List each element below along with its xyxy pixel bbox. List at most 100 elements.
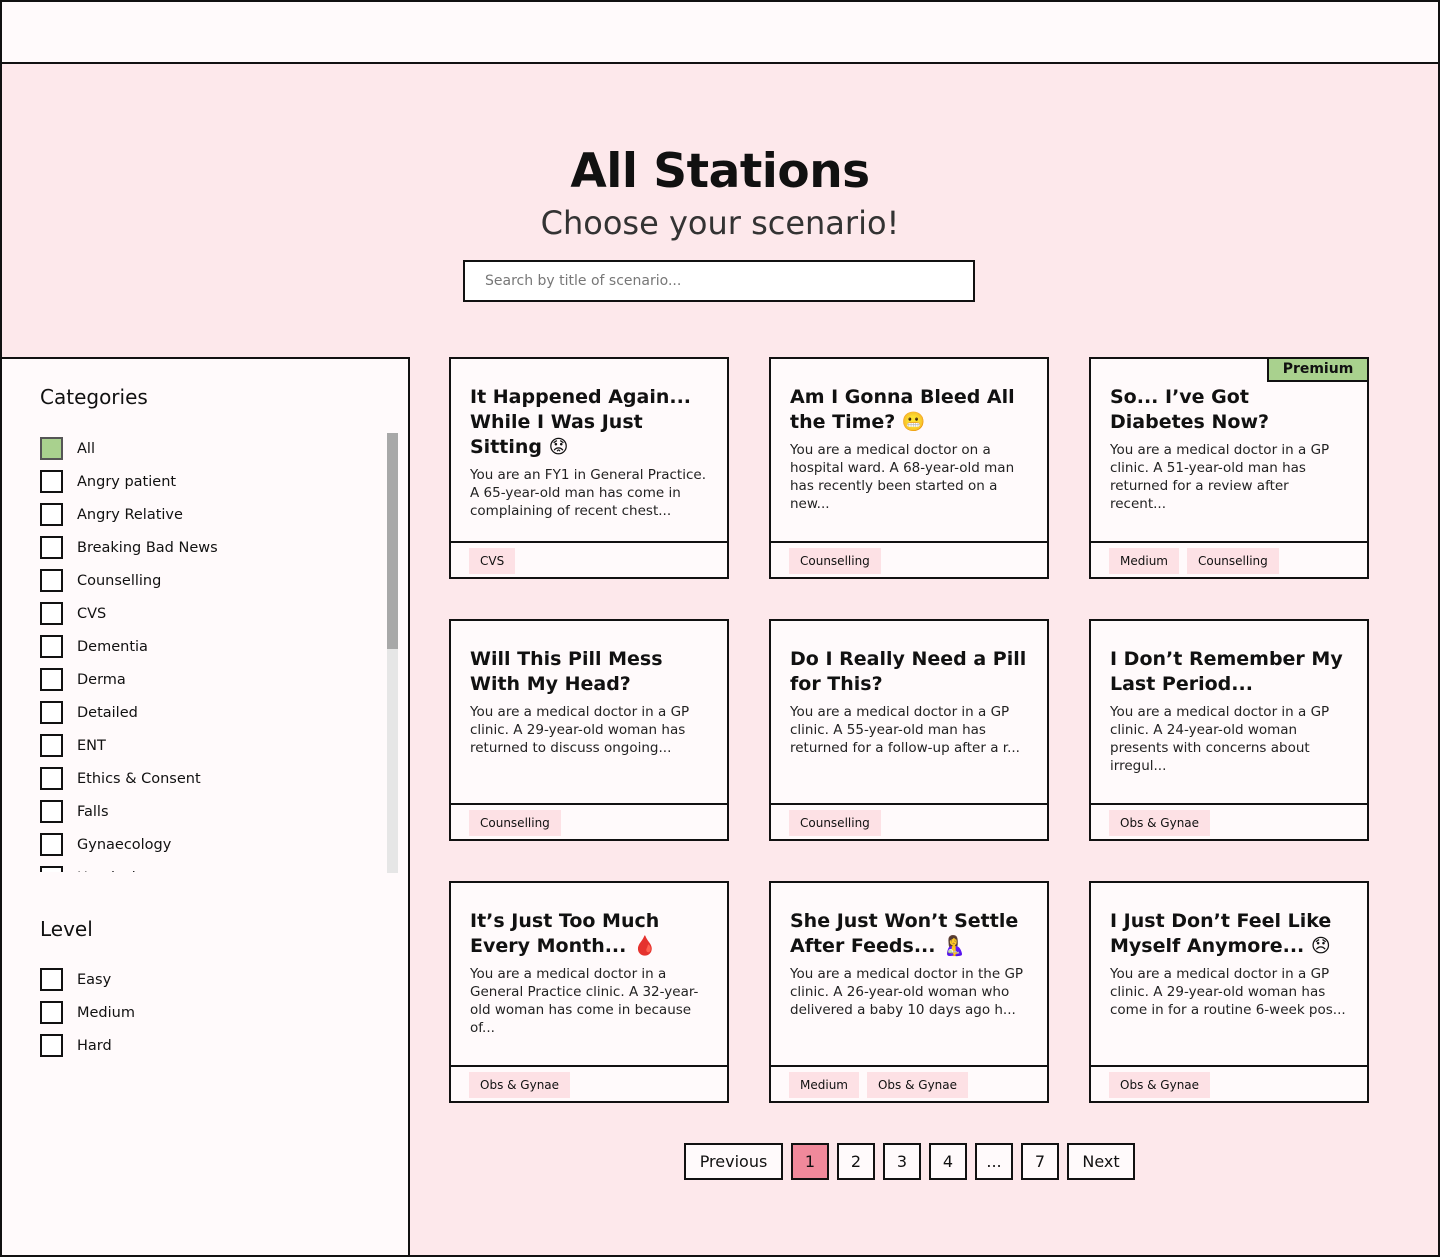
card-body: Do I Really Need a Pill for This? You are… — [771, 621, 1047, 805]
card-description: You are a medical doctor in the GP clini… — [790, 966, 1024, 1018]
page-subtitle: Choose your scenario! — [540, 204, 900, 242]
tag-badge: Counselling — [1186, 548, 1279, 574]
category-label: Dementia — [77, 638, 148, 655]
top-bar — [0, 0, 1440, 64]
category-checkbox[interactable] — [40, 767, 63, 790]
tag-badge: Obs & Gynae — [469, 1072, 571, 1098]
scenario-card[interactable]: It’s Just Too Much Every Month... 🩸 You a… — [449, 881, 729, 1103]
level-label: Hard — [77, 1037, 112, 1054]
card-tags: Counselling — [771, 541, 1047, 577]
page-title: All Stations — [570, 144, 870, 199]
card-description: You are a medical doctor in a GP clinic.… — [790, 704, 1020, 756]
category-checkbox[interactable] — [40, 866, 63, 872]
page-2-button[interactable]: 2 — [837, 1143, 875, 1180]
tag-badge: CVS — [469, 548, 516, 574]
card-description: You are an FY1 in General Practice. A 65… — [470, 467, 706, 519]
category-label: All — [77, 440, 95, 457]
card-description: You are a medical doctor in a GP clinic.… — [470, 704, 690, 756]
card-body: Will This Pill Mess With My Head? You are… — [451, 621, 727, 805]
card-tags: Medium Counselling — [1091, 541, 1367, 577]
category-label: Falls — [77, 803, 109, 820]
card-tags: Medium Obs & Gynae — [771, 1065, 1047, 1101]
category-checkbox[interactable] — [40, 833, 63, 856]
card-tags: Obs & Gynae — [451, 1065, 727, 1101]
category-option[interactable]: Breaking Bad News — [40, 531, 380, 564]
level-option[interactable]: Easy — [40, 963, 135, 996]
card-description: You are a medical doctor on a hospital w… — [790, 442, 1015, 512]
category-checkbox[interactable] — [40, 635, 63, 658]
category-option[interactable]: Angry patient — [40, 465, 380, 498]
categories-heading: Categories — [40, 385, 148, 409]
level-checkbox[interactable] — [40, 1001, 63, 1024]
category-checkbox[interactable] — [40, 437, 63, 460]
category-checkbox[interactable] — [40, 503, 63, 526]
category-label: Derma — [77, 671, 126, 688]
category-option[interactable]: Dementia — [40, 630, 380, 663]
tag-badge: Obs & Gynae — [866, 1072, 969, 1098]
search-input[interactable] — [465, 262, 973, 300]
level-checkbox[interactable] — [40, 968, 63, 991]
scenario-card[interactable]: It Happened Again... While I Was Just Si… — [449, 357, 729, 579]
card-title: She Just Won’t Settle After Feeds... 🤱 — [790, 910, 1019, 957]
category-scrollbar[interactable] — [387, 433, 398, 873]
category-label: ENT — [77, 737, 106, 754]
page-4-button[interactable]: 4 — [929, 1143, 967, 1180]
card-body: It’s Just Too Much Every Month... 🩸 You a… — [451, 883, 727, 1067]
category-scrollbar-thumb[interactable] — [387, 433, 398, 649]
scenario-card[interactable]: Will This Pill Mess With My Head? You are… — [449, 619, 729, 841]
card-body: I Don’t Remember My Last Period... You ar… — [1091, 621, 1367, 805]
next-page-button[interactable]: Next — [1067, 1143, 1135, 1180]
category-checkbox[interactable] — [40, 569, 63, 592]
level-option[interactable]: Medium — [40, 996, 135, 1029]
tag-badge: Counselling — [789, 548, 881, 574]
category-option[interactable]: Derma — [40, 663, 380, 696]
level-heading: Level — [40, 917, 93, 941]
category-option[interactable]: Detailed — [40, 696, 380, 729]
category-checkbox[interactable] — [40, 470, 63, 493]
category-checkbox[interactable] — [40, 701, 63, 724]
category-option[interactable]: Falls — [40, 795, 380, 828]
tag-badge: Obs & Gynae — [1109, 1072, 1211, 1098]
card-title: So... I’ve Got Diabetes Now? — [1110, 386, 1270, 433]
category-option[interactable]: ENT — [40, 729, 380, 762]
card-description: You are a medical doctor in a GP clinic.… — [1110, 442, 1330, 512]
level-option[interactable]: Hard — [40, 1029, 135, 1062]
scenario-card[interactable]: So... I’ve Got Diabetes Now? You are a me… — [1089, 357, 1369, 579]
category-checkbox[interactable] — [40, 536, 63, 559]
category-option[interactable]: Gynaecology — [40, 828, 380, 861]
page-ellipsis-button[interactable]: ... — [975, 1143, 1013, 1180]
page-3-button[interactable]: 3 — [883, 1143, 921, 1180]
level-label: Easy — [77, 971, 112, 988]
category-label: Ethics & Consent — [77, 770, 201, 787]
category-label: Angry Relative — [77, 506, 183, 523]
category-list[interactable]: All Angry patient Angry Relative Breaking B… — [40, 432, 380, 872]
scenario-card[interactable]: Am I Gonna Bleed All the Time? 😬 You are … — [769, 357, 1049, 579]
card-body: It Happened Again... While I Was Just Si… — [451, 359, 727, 543]
level-checkbox[interactable] — [40, 1034, 63, 1057]
category-checkbox[interactable] — [40, 734, 63, 757]
scenario-card[interactable]: I Don’t Remember My Last Period... You ar… — [1089, 619, 1369, 841]
category-checkbox[interactable] — [40, 602, 63, 625]
tag-badge: Counselling — [469, 810, 561, 836]
category-option[interactable]: Ethics & Consent — [40, 762, 380, 795]
scenario-card[interactable]: I Just Don’t Feel Like Myself Anymore...… — [1089, 881, 1369, 1103]
category-option[interactable]: Counselling — [40, 564, 380, 597]
category-checkbox[interactable] — [40, 668, 63, 691]
scenario-card[interactable]: Do I Really Need a Pill for This? You are… — [769, 619, 1049, 841]
card-description: You are a medical doctor in a GP clinic.… — [1110, 966, 1346, 1018]
category-label: CVS — [77, 605, 107, 622]
page-1-button[interactable]: 1 — [791, 1143, 829, 1180]
card-tags: Counselling — [451, 803, 727, 839]
previous-page-button[interactable]: Previous — [684, 1143, 783, 1180]
category-option[interactable]: All — [40, 432, 380, 465]
category-label: Angry patient — [77, 473, 177, 490]
premium-badge: Premium — [1267, 357, 1369, 382]
category-option[interactable]: Headache — [40, 861, 380, 872]
category-option[interactable]: CVS — [40, 597, 380, 630]
scenario-card[interactable]: She Just Won’t Settle After Feeds... 🤱 Yo… — [769, 881, 1049, 1103]
card-title: Am I Gonna Bleed All the Time? 😬 — [790, 386, 1015, 433]
page-7-button[interactable]: 7 — [1021, 1143, 1059, 1180]
filter-sidebar: Categories All Angry patient Angry Relativ… — [0, 357, 410, 1257]
category-option[interactable]: Angry Relative — [40, 498, 380, 531]
category-checkbox[interactable] — [40, 800, 63, 823]
